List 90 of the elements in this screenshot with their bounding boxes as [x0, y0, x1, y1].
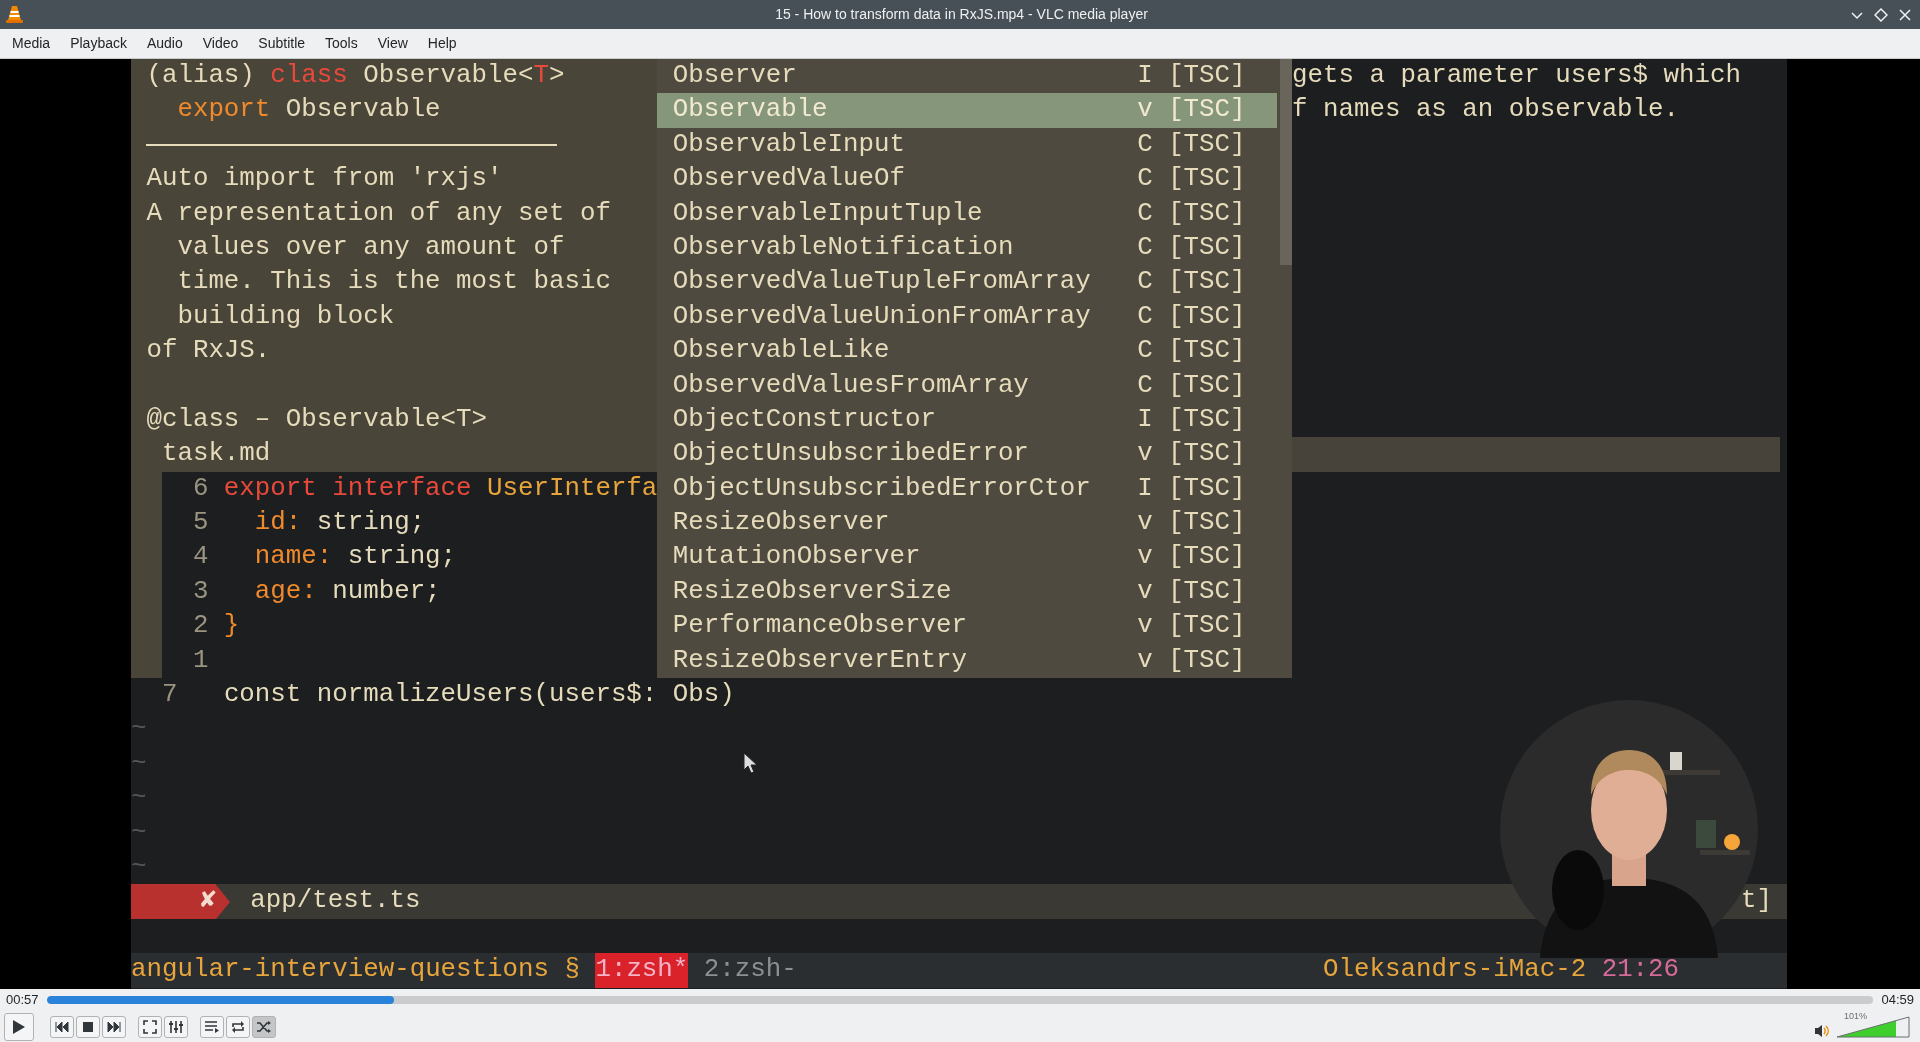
text-line: f names as an observable.	[1292, 94, 1681, 127]
shuffle-icon	[257, 1020, 271, 1033]
shuffle-button[interactable]	[252, 1015, 276, 1038]
code-line: id: string;	[253, 507, 426, 540]
doc-line: @class – Observable<T>	[145, 403, 489, 436]
previous-icon	[55, 1021, 69, 1032]
line-number: 4	[191, 541, 209, 574]
doc-line: (alias) class Observable<T>	[145, 60, 566, 92]
segment-arrow-icon	[216, 884, 231, 919]
close-button[interactable]	[1898, 7, 1912, 22]
play-icon	[12, 1018, 26, 1035]
completion-item[interactable]: Observer I [TSC]	[657, 59, 1277, 94]
completion-item[interactable]: ObjectUnsubscribedErrorCtor I [TSC]	[657, 471, 1277, 507]
doc-line: time. This is the most basic	[176, 266, 612, 299]
completion-item[interactable]: ObservedValueUnionFromArray C [TSC]	[657, 299, 1277, 335]
fullscreen-icon	[143, 1019, 157, 1034]
empty-line-marker: ~	[131, 817, 147, 847]
completion-item[interactable]: ResizeObserverEntry v [TSC]	[657, 643, 1277, 679]
completion-item[interactable]: ObservedValueOf C [TSC]	[657, 162, 1277, 197]
menu-item[interactable]: Media	[2, 33, 61, 54]
session-name: angular-interview-questions §	[131, 954, 581, 987]
mouse-pointer-icon	[743, 752, 759, 774]
doc-line: of RxJS.	[145, 335, 272, 368]
text-line: gets a parameter users$ which	[1292, 60, 1742, 92]
previous-button[interactable]	[50, 1015, 74, 1038]
play-button[interactable]	[4, 1012, 34, 1041]
line-number: 6	[191, 472, 209, 505]
menu-item[interactable]: Subtitle	[248, 33, 316, 54]
completion-item[interactable]: ObservableNotification C [TSC]	[657, 230, 1277, 266]
doc-line: Auto import from 'rxjs'	[145, 163, 504, 196]
equalizer-icon	[169, 1019, 183, 1034]
line-number: 1	[191, 644, 209, 677]
speaker-icon[interactable]	[1814, 1023, 1830, 1038]
code-line: age: number;	[253, 575, 441, 608]
completion-item[interactable]: PerformanceObserver v [TSC]	[657, 609, 1277, 644]
tmux-window-tab[interactable]: 2:zsh-	[703, 953, 797, 988]
line-number: 5	[191, 507, 209, 540]
code-line: }	[223, 610, 240, 643]
playlist-icon	[205, 1020, 219, 1033]
host-name: Oleksandrs-iMac-2	[1323, 954, 1587, 987]
empty-line-marker: ~	[131, 852, 147, 881]
completion-item[interactable]: ObservableInputTuple C [TSC]	[657, 196, 1277, 231]
next-button[interactable]	[102, 1015, 126, 1038]
completion-item[interactable]: ResizeObserver v [TSC]	[657, 506, 1277, 541]
stop-icon	[83, 1021, 93, 1032]
menu-item[interactable]: View	[367, 33, 418, 54]
line-number: 2	[191, 610, 209, 643]
completion-item[interactable]: ObjectConstructor I [TSC]	[657, 402, 1277, 438]
vlc-cone-icon	[6, 5, 23, 24]
maximize-button[interactable]	[1874, 7, 1888, 22]
completion-item[interactable]: MutationObserver v [TSC]	[657, 540, 1277, 575]
window-title: 15 - How to transform data in RxJS.mp4 - VLC media player	[774, 5, 1149, 24]
empty-line-marker: ~	[131, 714, 147, 744]
doc-line: export Observable	[176, 94, 442, 127]
menu-item[interactable]: Video	[192, 33, 249, 54]
doc-line: task.md	[160, 438, 272, 471]
playlist-button[interactable]	[200, 1015, 224, 1038]
menu-item[interactable]: Help	[417, 33, 467, 54]
menu-item[interactable]: Playback	[60, 33, 137, 54]
empty-line-marker: ~	[131, 748, 147, 778]
menu-item[interactable]: Tools	[315, 33, 368, 54]
code-line: name: string;	[253, 541, 457, 574]
next-icon	[107, 1021, 121, 1032]
fullscreen-button[interactable]	[138, 1015, 162, 1038]
elapsed-time: 00:57	[6, 991, 39, 1010]
loop-button[interactable]	[226, 1015, 250, 1038]
completion-item[interactable]: ObservedValuesFromArray C [TSC]	[657, 368, 1277, 403]
code-line: const normalizeUsers(users$: Obs)	[223, 679, 735, 712]
line-number: 7	[161, 679, 179, 712]
doc-line: A representation of any set of	[145, 197, 612, 230]
file-name: app/test.ts	[250, 885, 421, 918]
total-time: 04:59	[1881, 991, 1914, 1010]
doc-line: values over any amount of	[176, 231, 566, 264]
volume-slider[interactable]: 101%	[1836, 1015, 1910, 1038]
completion-item[interactable]: ResizeObserverSize v [TSC]	[657, 574, 1277, 610]
menu-item[interactable]: Audio	[136, 33, 193, 54]
completion-item[interactable]: ObservedValueTupleFromArray C [TSC]	[657, 265, 1277, 300]
completion-item[interactable]: ObservableLike C [TSC]	[657, 334, 1277, 369]
extended-settings-button[interactable]	[164, 1015, 188, 1038]
completion-item[interactable]: ObservableInput C [TSC]	[657, 127, 1277, 163]
doc-line: building block	[176, 300, 396, 333]
loop-icon	[231, 1020, 245, 1033]
code-line: export interface UserInterfa	[223, 472, 658, 505]
scrollbar[interactable]	[1279, 59, 1293, 265]
completion-item[interactable]: ObjectUnsubscribedError v [TSC]	[657, 437, 1277, 472]
status-text: t]	[1741, 885, 1772, 918]
line-number: 3	[191, 575, 209, 608]
stop-button[interactable]	[76, 1015, 100, 1038]
empty-line-marker: ~	[131, 783, 147, 813]
clock-time: 21:26	[1601, 954, 1680, 987]
